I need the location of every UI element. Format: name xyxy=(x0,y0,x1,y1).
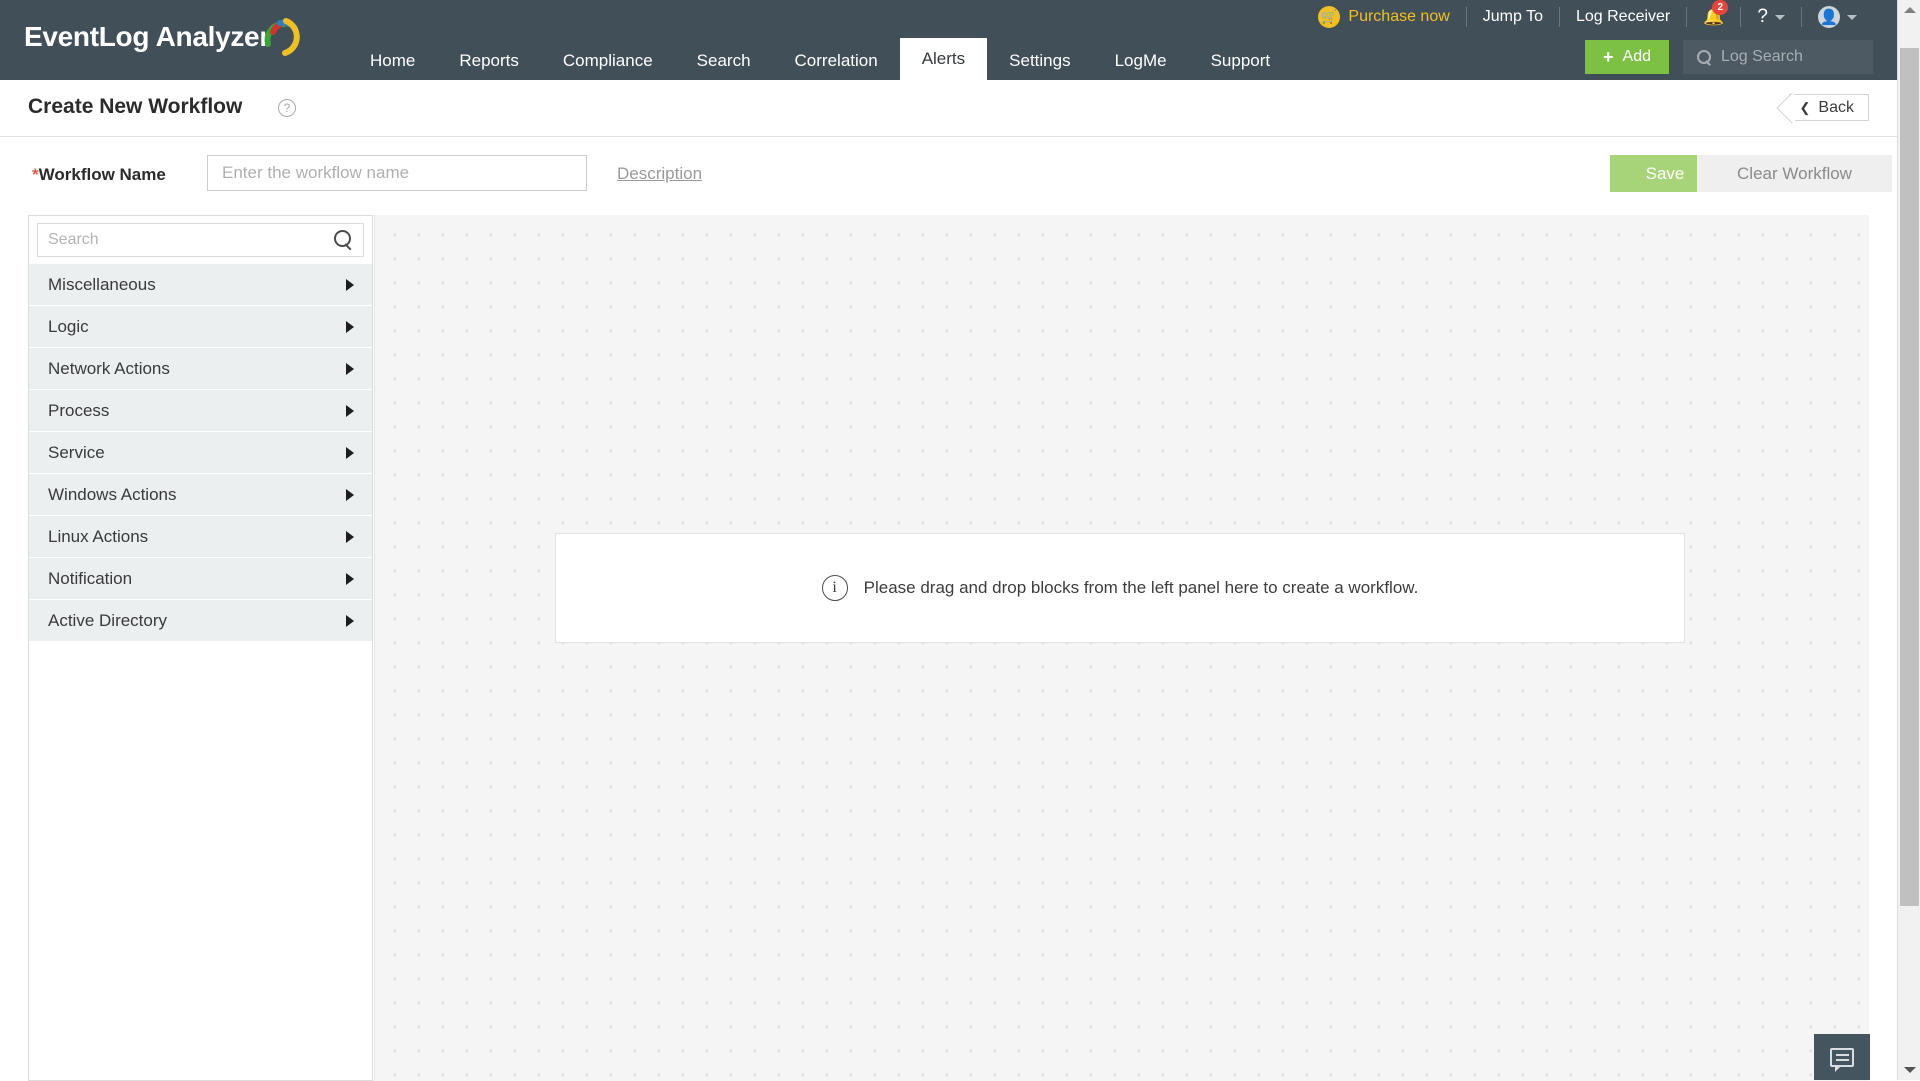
nav-tab-compliance[interactable]: Compliance xyxy=(541,42,675,80)
chevron-right-icon xyxy=(346,405,354,417)
log-receiver-link[interactable]: Log Receiver xyxy=(1560,6,1686,28)
nav-tab-logme[interactable]: LogMe xyxy=(1093,42,1189,80)
category-label: Process xyxy=(48,401,346,421)
blocks-search xyxy=(37,223,364,257)
category-label: Network Actions xyxy=(48,359,346,379)
category-linux-actions[interactable]: Linux Actions xyxy=(29,516,372,558)
user-avatar-icon: 👤 xyxy=(1818,6,1840,28)
log-search-placeholder: Log Search xyxy=(1721,48,1803,66)
nav-tab-settings[interactable]: Settings xyxy=(987,42,1092,80)
blocks-panel: Miscellaneous Logic Network Actions Proc… xyxy=(28,215,373,1081)
required-marker: * xyxy=(32,165,39,184)
swoosh-logo-icon xyxy=(264,18,300,56)
nav-tab-search[interactable]: Search xyxy=(675,42,773,80)
back-button[interactable]: ❮ Back xyxy=(1789,94,1869,121)
chevron-down-icon xyxy=(1775,15,1785,20)
add-button-label: Add xyxy=(1623,48,1651,66)
chevron-right-icon xyxy=(346,489,354,501)
page-title: Create New Workflow xyxy=(28,95,242,119)
search-input[interactable] xyxy=(38,231,332,249)
chevron-right-icon xyxy=(346,279,354,291)
purchase-now-label: Purchase now xyxy=(1348,8,1449,26)
nav-tab-correlation[interactable]: Correlation xyxy=(773,42,900,80)
scroll-down-arrow-icon[interactable] xyxy=(1898,1060,1920,1080)
chevron-right-icon xyxy=(346,573,354,585)
category-label: Notification xyxy=(48,569,346,589)
nav-tab-alerts[interactable]: Alerts xyxy=(900,38,987,80)
chevron-left-icon: ❮ xyxy=(1800,100,1811,116)
category-process[interactable]: Process xyxy=(29,390,372,432)
chevron-right-icon xyxy=(346,615,354,627)
header-utility-bar: 🛒 Purchase now Jump To Log Receiver 🔔 2 … xyxy=(1302,0,1873,34)
nav-tab-support[interactable]: Support xyxy=(1189,42,1293,80)
search-icon xyxy=(1697,50,1711,64)
plus-icon: + xyxy=(1603,48,1614,66)
question-mark-icon: ? xyxy=(1757,6,1768,28)
description-link[interactable]: Description xyxy=(617,164,702,184)
nav-tab-reports[interactable]: Reports xyxy=(437,42,541,80)
category-logic[interactable]: Logic xyxy=(29,306,372,348)
chat-bubble-icon xyxy=(1830,1048,1854,1067)
nav-tab-home[interactable]: Home xyxy=(348,42,437,80)
app-header: EventLog Analyzer 🛒 Purchase now Jump To… xyxy=(0,0,1897,80)
jump-to-link[interactable]: Jump To xyxy=(1467,6,1559,28)
category-label: Service xyxy=(48,443,346,463)
category-windows-actions[interactable]: Windows Actions xyxy=(29,474,372,516)
info-icon: i xyxy=(822,575,848,601)
category-service[interactable]: Service xyxy=(29,432,372,474)
category-active-directory[interactable]: Active Directory xyxy=(29,600,372,642)
drop-hint-text: Please drag and drop blocks from the lef… xyxy=(864,578,1419,598)
chat-support-button[interactable] xyxy=(1814,1034,1870,1080)
scrollbar-thumb[interactable] xyxy=(1900,48,1919,906)
help-menu-button[interactable]: ? xyxy=(1741,6,1801,28)
main-navigation: Home Reports Compliance Search Correlati… xyxy=(348,38,1292,80)
app-logo[interactable]: EventLog Analyzer xyxy=(24,18,300,56)
category-label: Miscellaneous xyxy=(48,275,346,295)
category-label: Logic xyxy=(48,317,346,337)
category-notification[interactable]: Notification xyxy=(29,558,372,600)
search-icon[interactable] xyxy=(332,229,354,251)
chevron-right-icon xyxy=(346,321,354,333)
add-button[interactable]: + Add xyxy=(1585,40,1669,74)
help-circle-icon[interactable]: ? xyxy=(278,99,296,117)
header-actions: + Add Log Search xyxy=(1585,40,1873,74)
drop-hint-panel: i Please drag and drop blocks from the l… xyxy=(555,533,1685,643)
page-header: Create New Workflow ? ❮ Back xyxy=(0,80,1897,137)
notifications-button[interactable]: 🔔 2 xyxy=(1687,6,1740,28)
workflow-canvas[interactable]: i Please drag and drop blocks from the l… xyxy=(374,215,1869,1081)
category-label: Linux Actions xyxy=(48,527,346,547)
purchase-now-link[interactable]: 🛒 Purchase now xyxy=(1302,6,1465,28)
workflow-name-label: *Workflow Name xyxy=(32,165,166,185)
workflow-name-label-text: Workflow Name xyxy=(39,165,166,184)
workflow-name-input[interactable] xyxy=(207,155,587,191)
back-button-label: Back xyxy=(1818,99,1854,117)
scroll-up-arrow-icon[interactable] xyxy=(1898,0,1920,20)
chevron-right-icon xyxy=(346,363,354,375)
app-logo-text: EventLog Analyzer xyxy=(24,21,270,53)
category-network-actions[interactable]: Network Actions xyxy=(29,348,372,390)
account-menu-button[interactable]: 👤 xyxy=(1802,6,1873,28)
page-scrollbar[interactable] xyxy=(1897,0,1920,1080)
cart-icon: 🛒 xyxy=(1318,6,1340,28)
chevron-right-icon xyxy=(346,531,354,543)
notification-count-badge: 2 xyxy=(1712,0,1728,15)
clear-workflow-button[interactable]: Clear Workflow xyxy=(1697,155,1892,192)
log-search-input[interactable]: Log Search xyxy=(1683,40,1873,74)
category-miscellaneous[interactable]: Miscellaneous xyxy=(29,264,372,306)
chevron-right-icon xyxy=(346,447,354,459)
category-label: Active Directory xyxy=(48,611,346,631)
chevron-down-icon xyxy=(1847,15,1857,20)
block-category-list: Miscellaneous Logic Network Actions Proc… xyxy=(29,264,372,642)
category-label: Windows Actions xyxy=(48,485,346,505)
